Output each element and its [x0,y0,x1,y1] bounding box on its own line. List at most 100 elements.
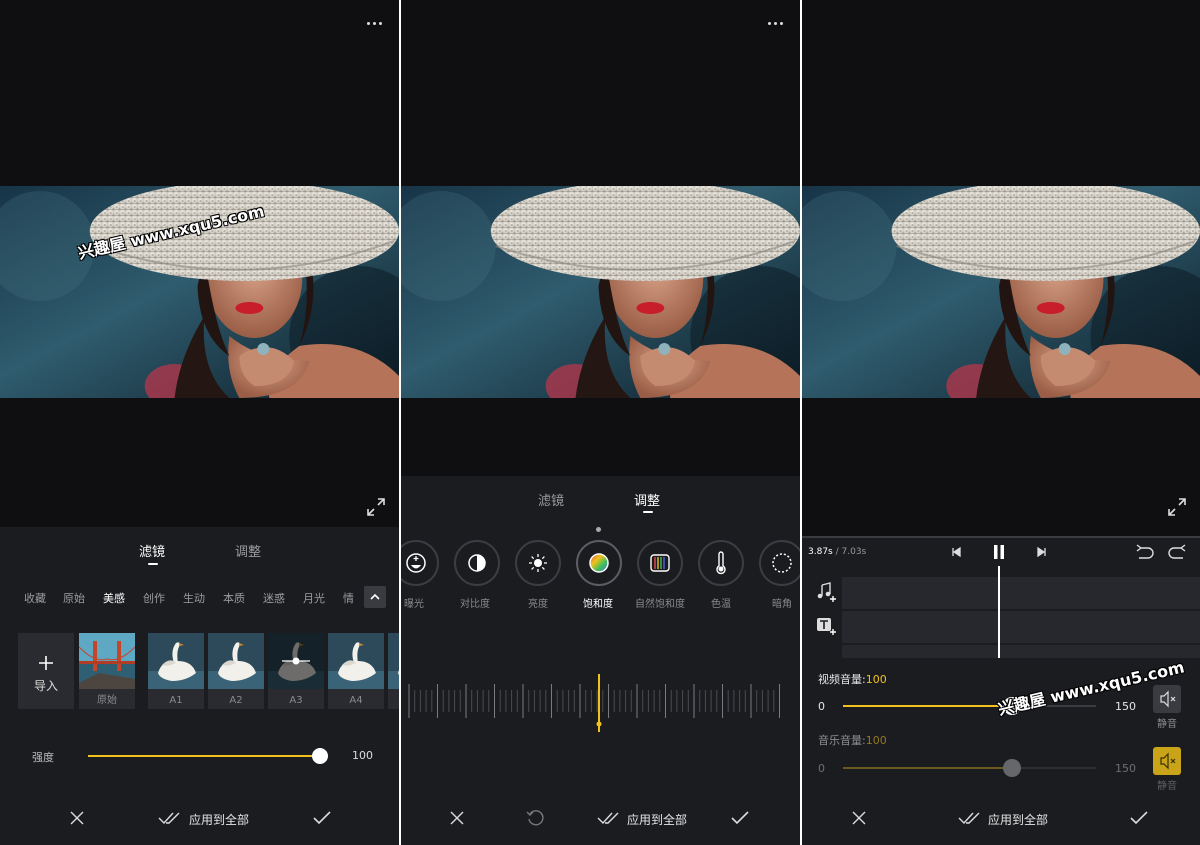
current-time: 3.87s [808,547,833,557]
category-favorites[interactable]: 收藏 [24,590,46,606]
category-original[interactable]: 原始 [63,590,85,606]
intensity-value: 100 [352,749,373,762]
filter-original[interactable]: 原始 [79,633,135,709]
redo-icon[interactable] [1168,544,1186,560]
tab-filter[interactable]: 滤镜 [538,490,564,509]
tool-label: 色温 [711,599,731,610]
music-volume-slider[interactable] [843,759,1096,777]
more-options-icon[interactable] [766,18,786,28]
collapse-button[interactable] [364,586,386,608]
confirm-check-icon[interactable] [731,811,749,825]
add-text-icon[interactable] [816,616,838,636]
undo-icon[interactable] [1136,544,1154,560]
saturation-tool-selected[interactable] [576,540,622,586]
import-label: 导入 [33,679,58,693]
category-moonlight[interactable]: 月光 [303,590,325,606]
vignette-icon [772,553,792,573]
music-volume-knob[interactable] [1002,759,1021,777]
video-volume-title: 视频音量: [818,673,866,686]
filter-thumbnail [208,633,264,689]
filter-next-partial[interactable] [388,633,399,709]
reset-icon[interactable] [526,809,544,827]
vibrance-tool[interactable] [637,540,683,586]
confirm-check-icon[interactable] [313,811,331,825]
apply-all-icon[interactable] [158,811,184,825]
exposure-tool[interactable] [401,540,439,586]
contrast-tool[interactable] [454,540,500,586]
fullscreen-icon[interactable] [367,498,385,516]
brightness-tool[interactable] [515,540,561,586]
contrast-icon [468,554,486,572]
preview-image [401,186,800,398]
fullscreen-icon[interactable] [1168,498,1186,516]
close-icon[interactable] [852,811,866,825]
video-volume-fill [843,705,1012,707]
category-essence[interactable]: 本质 [223,590,245,606]
intensity-label: 强度 [32,751,54,764]
sticker-track[interactable] [842,645,1200,659]
filter-label: A4 [349,695,363,706]
tool-label: 自然饱和度 [635,599,685,610]
apply-all-icon[interactable] [597,811,623,825]
bottom-sheet: 滤镜 调整 [401,476,800,845]
active-tab-indicator [643,511,653,513]
audio-screen: 3.87s / 7.03s 视频音量:100 0 150 静音 音乐音量:100… [802,0,1200,845]
intensity-knob[interactable] [312,748,328,764]
close-icon[interactable] [70,811,84,825]
import-button[interactable]: 导入 [18,633,74,709]
apply-all-button[interactable]: 应用到全部 [189,811,249,828]
add-music-icon[interactable] [816,582,838,602]
thermometer-icon [716,551,726,575]
filter-a1[interactable]: A1 [148,633,204,709]
exposure-icon [406,553,426,573]
text-track[interactable] [842,611,1200,643]
tab-adjust[interactable]: 调整 [235,541,261,560]
filter-label: A3 [289,695,303,706]
filter-thumbnail [268,633,324,689]
filter-thumbnail [388,633,399,689]
category-beauty[interactable]: 美感 [103,590,125,606]
vignette-tool[interactable] [759,540,800,586]
category-mystery[interactable]: 迷惑 [263,590,285,606]
confirm-check-icon[interactable] [1130,811,1148,825]
tab-filter[interactable]: 滤镜 [139,541,165,560]
preview-image [802,186,1200,398]
category-creative[interactable]: 创作 [143,590,165,606]
value-ruler[interactable] [401,670,800,740]
intensity-slider[interactable] [88,748,328,764]
filter-label: A2 [229,695,243,706]
video-volume-label: 视频音量:100 [818,671,887,687]
tool-label: 亮度 [528,599,548,610]
video-mute-button[interactable] [1153,685,1181,713]
music-volume-value: 100 [865,734,887,747]
tab-adjust[interactable]: 调整 [634,490,660,509]
filter-label: A1 [169,695,183,706]
filter-a4[interactable]: A4 [328,633,384,709]
filter-a2[interactable]: A2 [208,633,264,709]
page-dot [596,527,601,532]
more-options-icon[interactable] [365,18,385,28]
music-mute-label: 静音 [1157,781,1177,792]
apply-all-button[interactable]: 应用到全部 [627,811,687,828]
playhead[interactable] [998,566,1000,660]
music-mute-button[interactable] [1153,747,1181,775]
apply-all-button[interactable]: 应用到全部 [988,811,1048,828]
pause-icon[interactable] [991,544,1007,560]
brightness-icon [529,554,547,572]
music-volume-fill [843,767,1012,769]
filter-a3-selected[interactable]: A3 [268,633,324,709]
music-volume-min: 0 [818,762,825,775]
temperature-tool[interactable] [698,540,744,586]
ruler-center-dot [596,721,602,727]
filter-thumbnail [328,633,384,689]
category-vivid[interactable]: 生动 [183,590,205,606]
apply-all-icon[interactable] [958,811,984,825]
adjust-screen: 滤镜 调整 曝光 对比度 亮度 饱和度 自然饱和度 色温 暗角 应用到全部 [401,0,800,845]
category-more[interactable]: 情 [343,590,354,606]
skip-previous-icon[interactable] [951,547,961,557]
skip-next-icon[interactable] [1037,547,1047,557]
music-track[interactable] [842,577,1200,609]
plus-icon [39,656,53,670]
video-volume-value: 100 [865,673,887,686]
close-icon[interactable] [450,811,464,825]
